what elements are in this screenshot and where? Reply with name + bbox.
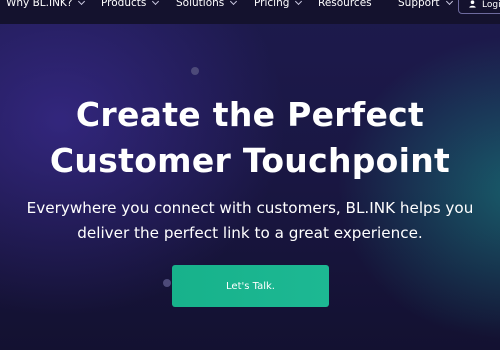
chevron-down-icon [230, 0, 238, 5]
bottom-fade [0, 320, 500, 350]
hero-subtitle-line-2: deliver the perfect link to a great expe… [77, 224, 423, 242]
hero-subtitle-line-1: Everywhere you connect with customers, B… [26, 199, 474, 217]
chevron-down-icon [152, 0, 160, 5]
lets-talk-button[interactable]: Let's Talk. [172, 265, 329, 307]
hero-title-line-2: Customer Touchpoint [49, 141, 451, 180]
nav-item-support[interactable]: Support [398, 0, 453, 9]
decorative-dot [191, 67, 199, 75]
hero-title-line-1: Create the Perfect [75, 95, 425, 134]
login-label: Login [482, 0, 500, 10]
nav-item-label: Why BL.INK? [6, 0, 73, 9]
chevron-down-icon [78, 0, 86, 5]
nav-item-label: Solutions [176, 0, 225, 9]
hero-title: Create the Perfect Customer Touchpoint [0, 92, 500, 184]
login-button[interactable]: Login [458, 0, 500, 14]
nav-item-solutions[interactable]: Solutions [176, 0, 238, 9]
hero-subtitle: Everywhere you connect with customers, B… [0, 196, 500, 246]
page: Why BL.INK? Products Solutions Pricing R… [0, 0, 500, 350]
nav-item-products[interactable]: Products [101, 0, 160, 9]
nav-item-label: Support [398, 0, 440, 9]
nav-item-why-blink[interactable]: Why BL.INK? [6, 0, 86, 9]
decorative-dot [163, 279, 171, 287]
user-icon [469, 0, 476, 11]
nav-item-label: Pricing [254, 0, 290, 9]
chevron-down-icon [295, 0, 303, 5]
nav-item-pricing[interactable]: Pricing [254, 0, 303, 9]
top-nav: Why BL.INK? Products Solutions Pricing R… [0, 0, 500, 24]
nav-item-label: Resources [318, 0, 372, 9]
nav-item-label: Products [101, 0, 147, 9]
nav-item-resources[interactable]: Resources [318, 0, 372, 9]
chevron-down-icon [445, 0, 453, 5]
